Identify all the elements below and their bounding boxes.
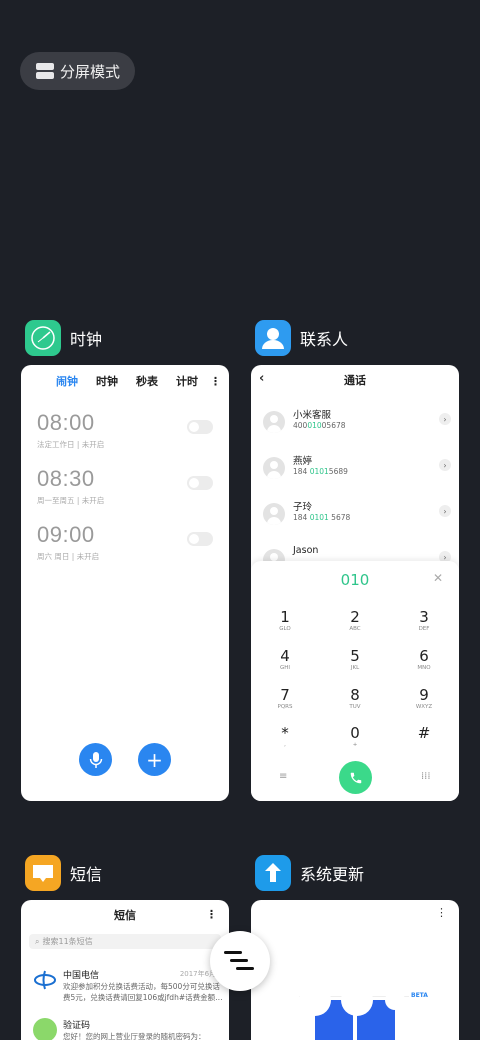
verification-code-icon (33, 1018, 57, 1040)
alarm-item[interactable]: 09:00 周六 周日 | 未开启 (37, 522, 213, 562)
dialpad-grid-icon[interactable]: ⁞⁞⁞ (421, 771, 431, 782)
more-icon[interactable]: ⋮ (436, 906, 447, 919)
calls-header: ‹ 通话 (251, 365, 459, 395)
beta-label: BETA (411, 992, 428, 999)
updater-app-icon (255, 855, 291, 891)
messages-header: 短信 ⋮ (21, 900, 229, 930)
contacts-app-card[interactable]: ‹ 通话 小米客服 40001005678 › 燕婷 184 01015689 … (251, 365, 459, 801)
dial-key[interactable]: 3 DEF (404, 609, 444, 633)
updater-app-card[interactable]: ⋮ BETA (251, 900, 459, 1040)
tab-timer[interactable]: 计时 (176, 373, 198, 389)
clock-app-card[interactable]: 闹钟 时钟 秒表 计时 ⋮ 08:00 法定工作日 | 未开启 08:30 周一… (21, 365, 229, 801)
call-button[interactable] (339, 761, 372, 794)
plus-icon: + (146, 747, 163, 772)
alarm-item[interactable]: 08:00 法定工作日 | 未开启 (37, 410, 213, 450)
contact-name: 燕婷 (293, 456, 313, 467)
back-arrow-icon[interactable]: ‹ (259, 371, 264, 386)
calls-title: 通话 (344, 374, 366, 387)
messages-app-header[interactable]: 短信 (25, 855, 102, 891)
tab-stopwatch[interactable]: 秒表 (136, 373, 158, 389)
alarm-toggle[interactable] (187, 476, 213, 490)
miui-beta-logo-icon (299, 996, 409, 1040)
alarm-desc: 法定工作日 | 未开启 (37, 440, 105, 449)
clock-app-title: 时钟 (70, 330, 103, 349)
chevron-right-icon[interactable]: › (439, 505, 451, 517)
china-telecom-logo-icon (33, 968, 57, 992)
contacts-app-title: 联系人 (300, 330, 349, 349)
clock-app-icon (25, 320, 61, 356)
tab-alarm[interactable]: 闹钟 (56, 373, 78, 389)
avatar (263, 411, 285, 433)
messages-app-card[interactable]: 短信 ⋮ ⌕ 搜索11条短信 中国电信 2017年6月30 欢迎参加积分兑换话费… (21, 900, 229, 1040)
tab-clock[interactable]: 时钟 (96, 373, 118, 389)
messages-app-icon (25, 855, 61, 891)
alarm-time: 08:30 (37, 466, 95, 491)
updater-app-header[interactable]: 系统更新 (255, 855, 364, 891)
more-icon[interactable]: ⋮ (210, 375, 221, 388)
microphone-icon (89, 751, 102, 768)
dial-key[interactable]: 5 JKL (335, 648, 375, 672)
messages-title: 短信 (114, 909, 136, 922)
search-placeholder: 搜索11条短信 (42, 937, 93, 946)
add-alarm-button[interactable]: + (138, 743, 171, 776)
voice-alarm-button[interactable] (79, 743, 112, 776)
alarm-toggle[interactable] (187, 532, 213, 546)
contact-number: 184 0101 5678 (293, 513, 351, 522)
dial-key[interactable]: 4 GHI (265, 648, 305, 672)
dial-key[interactable]: 1 GLO (265, 609, 305, 633)
dial-key[interactable]: 2 ABC (335, 609, 375, 633)
avatar (263, 503, 285, 525)
messages-app-title: 短信 (70, 865, 103, 884)
messages-search-input[interactable]: ⌕ 搜索11条短信 (29, 934, 221, 949)
dial-input[interactable]: 010 (251, 571, 459, 589)
close-icon[interactable]: ✕ (433, 571, 443, 585)
contact-name: 子玲 (293, 502, 313, 513)
message-sender: 验证码 (63, 1021, 91, 1031)
avatar (263, 457, 285, 479)
clear-all-button[interactable] (210, 931, 270, 991)
split-screen-icon (36, 63, 54, 79)
contact-item[interactable]: 小米客服 40001005678 › (263, 407, 451, 441)
contact-item[interactable]: 子玲 184 0101 5678 › (263, 499, 451, 533)
clear-icon (224, 951, 242, 954)
message-preview: 您好！您的网上营业厅登录的随机密码为： (63, 1032, 206, 1040)
alarm-time: 08:00 (37, 410, 95, 435)
split-screen-button[interactable]: 分屏模式 (20, 52, 135, 90)
split-screen-label: 分屏模式 (60, 62, 121, 81)
contact-number: 40001005678 (293, 421, 346, 430)
search-icon: ⌕ (35, 936, 40, 946)
contacts-app-header[interactable]: 联系人 (255, 320, 348, 356)
clock-tabs: 闹钟 时钟 秒表 计时 ⋮ (21, 365, 229, 397)
alarm-desc: 周六 周日 | 未开启 (37, 552, 100, 561)
chevron-right-icon[interactable]: › (439, 413, 451, 425)
phone-icon (350, 772, 361, 783)
contact-item[interactable]: 燕婷 184 01015689 › (263, 453, 451, 487)
alarm-desc: 周一至周五 | 未开启 (37, 496, 105, 505)
alarm-item[interactable]: 08:30 周一至周五 | 未开启 (37, 466, 213, 506)
contact-number: 184 01015689 (293, 467, 348, 476)
clock-app-header[interactable]: 时钟 (25, 320, 102, 356)
message-preview: 欢迎参加积分兑换话费活动，每500分可兑换话费5元，兑换话费请回复106或jfd… (63, 982, 223, 1002)
more-icon[interactable]: ⋮ (206, 908, 217, 921)
contact-name: Jason (293, 545, 319, 556)
contacts-app-icon (255, 320, 291, 356)
alarm-toggle[interactable] (187, 420, 213, 434)
contact-name: 小米客服 (293, 410, 332, 421)
dial-key[interactable]: 0 + (335, 725, 375, 749)
dial-key[interactable]: 7 PQRS (265, 687, 305, 711)
message-sender: 中国电信 (63, 971, 100, 981)
dial-key[interactable]: 6 MNO (404, 648, 444, 672)
dial-key[interactable]: # (404, 725, 444, 742)
updater-app-title: 系统更新 (300, 865, 365, 884)
menu-icon[interactable]: ≡ (279, 771, 287, 782)
dial-key[interactable]: 9 WXYZ (404, 687, 444, 711)
dial-key[interactable]: 8 TUV (335, 687, 375, 711)
dialpad: 010 ✕ 1 GLO 2 ABC 3 DEF 4 GHI 5 JKL 6 MNO 7 PQR… (251, 561, 459, 801)
dial-key[interactable]: *, (265, 725, 305, 749)
chevron-right-icon[interactable]: › (439, 459, 451, 471)
alarm-time: 09:00 (37, 522, 95, 547)
